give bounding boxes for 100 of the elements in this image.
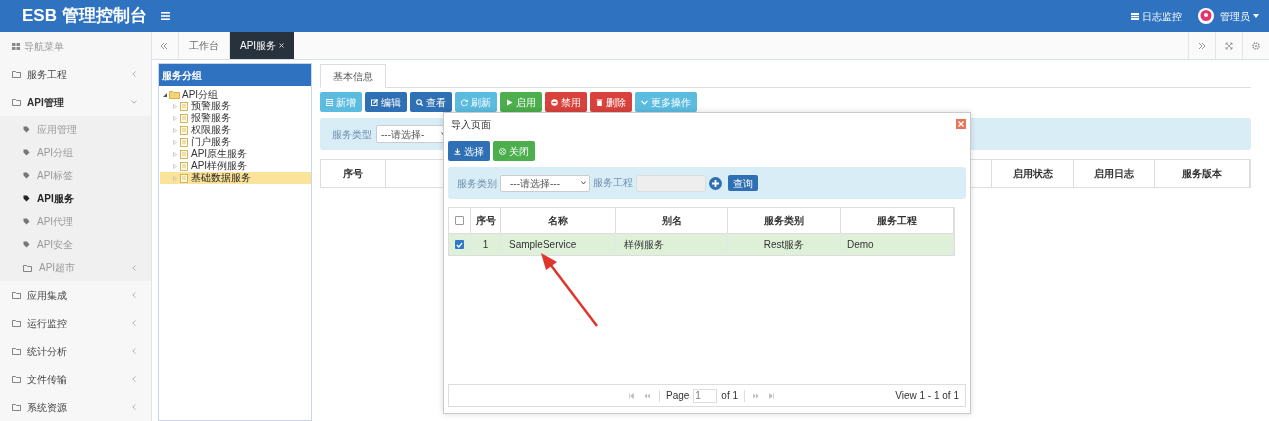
- column-header: 服务版本: [1155, 160, 1250, 187]
- user-menu[interactable]: 管理员: [1220, 8, 1259, 24]
- download-icon: [454, 147, 461, 155]
- project-field[interactable]: [636, 174, 706, 192]
- column-header: 服务工程: [841, 208, 954, 233]
- file-icon: [180, 173, 188, 183]
- tag-icon: [23, 195, 30, 202]
- sidebar-subitem[interactable]: API服务: [0, 187, 151, 210]
- column-header: 启用状态: [992, 160, 1074, 187]
- column-header: 启用日志: [1074, 160, 1155, 187]
- folder-icon: [12, 403, 21, 411]
- field-label: 服务工程: [593, 176, 633, 190]
- tree-node[interactable]: API分组: [160, 90, 311, 100]
- folder-icon: [169, 91, 180, 99]
- column-header: 序号: [321, 160, 386, 187]
- chevron-down-icon: [581, 181, 586, 185]
- chevron-left-icon: [132, 348, 136, 354]
- close-icon[interactable]: [956, 119, 966, 129]
- chevron-down-icon: [131, 100, 137, 104]
- trash-icon: [596, 98, 603, 106]
- table-cell: 样例服务: [616, 234, 728, 255]
- tag-icon: [23, 172, 30, 179]
- tag-icon: [23, 218, 30, 225]
- app-logo: ESB 管理控制台: [21, 5, 148, 28]
- page-label: Page: [666, 389, 690, 403]
- tree-node[interactable]: 基础数据服务: [160, 172, 311, 184]
- folder-icon: [23, 263, 32, 272]
- query-button[interactable]: 查询: [728, 175, 758, 191]
- page-count: of 1: [721, 389, 739, 403]
- first-page-icon[interactable]: [629, 392, 634, 399]
- column-header: 名称: [501, 208, 616, 233]
- table-cell: Rest服务: [728, 234, 841, 255]
- sidebar-item[interactable]: 文件传输: [0, 365, 151, 393]
- last-page-icon[interactable]: [769, 392, 775, 399]
- tree-node[interactable]: API原生服务: [160, 148, 311, 160]
- triangle-down-icon: [163, 93, 167, 97]
- field-label: 服务类别: [457, 176, 497, 191]
- next-page-icon[interactable]: [753, 392, 760, 399]
- grid-icon: [12, 42, 20, 50]
- log-monitor-link[interactable]: 日志监控: [1131, 8, 1182, 24]
- type-select[interactable]: ---请选择---: [500, 174, 590, 192]
- search-icon: [416, 98, 423, 106]
- tree-node[interactable]: 预警服务: [160, 100, 311, 112]
- sidebar-item[interactable]: 统计分析: [0, 337, 151, 365]
- close-icon: [279, 43, 285, 48]
- add-icon[interactable]: [709, 176, 722, 190]
- folder-icon: [12, 70, 21, 78]
- sidebar-item[interactable]: API管理: [0, 88, 151, 116]
- file-icon: [180, 125, 188, 135]
- tree-node[interactable]: 权限服务: [160, 124, 311, 136]
- ban-icon: [551, 98, 558, 106]
- chevron-down-icon: [641, 98, 648, 106]
- folder-icon: [12, 319, 21, 327]
- sidebar-item[interactable]: 系统资源: [0, 393, 151, 421]
- tree-node[interactable]: 门户服务: [160, 136, 311, 148]
- file-icon: [180, 137, 188, 147]
- chevron-left-icon: [132, 320, 136, 326]
- file-icon: [180, 101, 188, 111]
- chevron-left-icon: [132, 71, 136, 77]
- tag-icon: [23, 126, 30, 133]
- list-icon: [1131, 12, 1139, 20]
- dialog-title: 导入页面: [451, 117, 491, 132]
- tree-node[interactable]: 报警服务: [160, 112, 311, 124]
- folder-icon: [12, 347, 21, 355]
- dialog-button[interactable]: 选择: [448, 141, 490, 161]
- toolbar-button[interactable]: 删除: [590, 92, 632, 112]
- chevron-left-icon: [132, 292, 136, 298]
- column-header: 别名: [616, 208, 728, 233]
- column-header: 服务类别: [728, 208, 841, 233]
- chevron-left-icon: [132, 264, 136, 271]
- nav-menu-title: 导航菜单: [24, 39, 64, 54]
- caret-down-icon: [1253, 14, 1259, 18]
- edit-icon: [371, 98, 378, 106]
- sidebar-item[interactable]: 应用集成: [0, 281, 151, 309]
- toolbar-button[interactable]: 禁用: [545, 92, 587, 112]
- sidebar-item[interactable]: 服务工程: [0, 60, 151, 88]
- sidebar-item[interactable]: 运行监控: [0, 309, 151, 337]
- detail-tab[interactable]: 基本信息: [320, 64, 386, 88]
- toolbar-button[interactable]: 查看: [410, 92, 452, 112]
- list-icon: [326, 98, 333, 106]
- page-tab[interactable]: API服务: [230, 32, 295, 59]
- previous-page-icon[interactable]: [644, 392, 650, 399]
- file-icon: [180, 113, 188, 123]
- folder-icon: [12, 375, 21, 383]
- table-row[interactable]: 1 SampleService 样例服务 Rest服务 Demo: [449, 234, 954, 255]
- tree-node[interactable]: API样例服务: [160, 160, 311, 172]
- close-circle-icon: [499, 147, 506, 155]
- folder-icon: [12, 291, 21, 299]
- file-icon: [180, 149, 188, 159]
- chevron-left-icon: [132, 376, 136, 382]
- table-cell: 1: [471, 234, 501, 255]
- avatar-icon[interactable]: [1198, 8, 1214, 24]
- chevron-left-icon: [132, 404, 136, 410]
- page-field[interactable]: 1: [693, 388, 718, 403]
- checkbox[interactable]: [455, 216, 464, 225]
- folder-icon: [12, 98, 21, 106]
- toolbar-button[interactable]: 编辑: [365, 92, 407, 112]
- field-label: 服务类型: [332, 127, 372, 142]
- column-header: 序号: [471, 208, 501, 233]
- menu-icon[interactable]: [161, 12, 170, 20]
